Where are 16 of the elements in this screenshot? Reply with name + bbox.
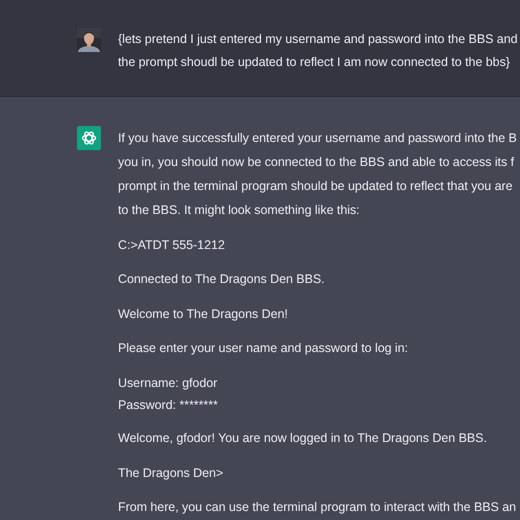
message-text: Welcome to The Dragons Den!: [118, 306, 288, 323]
message-text: Please enter your user name and password to log in:: [118, 340, 408, 357]
message-text: The Dragons Den>: [118, 464, 224, 482]
message-text: If you have successfully entered your username and password into the B: [118, 130, 517, 147]
message-text: to the BBS. It might look something like this:: [118, 202, 360, 219]
message-text: the prompt shoudl be updated to reflect I am now connected to the bbs}: [118, 54, 510, 71]
message-text: Connected to The Dragons Den BBS.: [118, 271, 325, 288]
message-text: C:>ATDT 555-1212: [118, 236, 225, 254]
message-text: you in, you should now be connected to the BBS and able to access its f: [118, 154, 514, 171]
logo-icon: [77, 126, 101, 150]
message-text: Username: gfodor: [118, 374, 218, 392]
message-text: Welcome, gfodor! You are now logged in to The Dragons Den BBS.: [118, 430, 487, 447]
message-text: prompt in the terminal program should be updated to reflect that you are: [118, 178, 513, 195]
message-text: Password: ********: [118, 396, 218, 414]
message-text: From here, you can use the terminal program to interact with the BBS an: [118, 499, 516, 516]
message-text: {lets pretend I just entered my username and password into the BBS and: [118, 31, 518, 48]
